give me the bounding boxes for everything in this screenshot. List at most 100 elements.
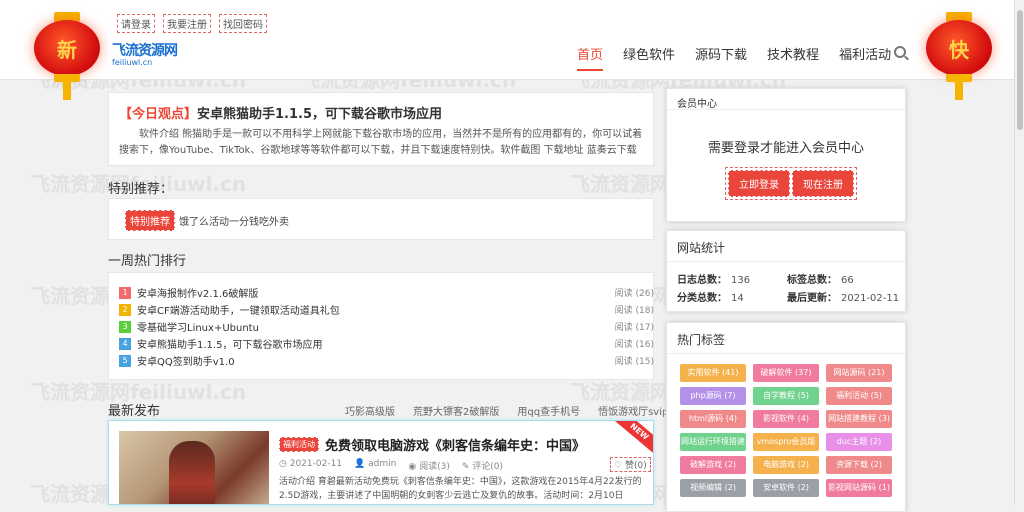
search-icon[interactable]: [894, 46, 906, 58]
rank-views: 阅读 (17): [614, 323, 654, 333]
tag-item[interactable]: duc主题 (2): [826, 433, 892, 451]
tag-item[interactable]: 影视网站源码 (1): [826, 479, 892, 497]
tag-item[interactable]: 网站源码 (21): [826, 364, 892, 382]
latest-heading: 最新发布: [108, 404, 161, 419]
today-title[interactable]: 【今日观点】安卓熊猫助手1.1.5，可下载谷歌市场应用: [119, 103, 442, 122]
rank-title: 安卓QQ签到助手v1.0: [137, 357, 235, 368]
rank-views: 阅读 (16): [614, 340, 654, 350]
site-logo[interactable]: 飞流资源网 feiliuwl.cn: [112, 40, 197, 67]
post-thumbnail[interactable]: [119, 431, 269, 504]
forgot-password-link[interactable]: 找回密码: [219, 14, 267, 33]
tag-item[interactable]: 实用软件 (41): [680, 364, 746, 382]
recommend-link[interactable]: 饿了么活动一分钱吃外卖: [179, 213, 289, 228]
rank-number: 3: [119, 320, 131, 333]
eye-icon: ◉: [408, 462, 417, 472]
weekly-heading: 一周热门排行: [108, 254, 187, 269]
main-nav: 首页 绿色软件 源码下载 技术教程 福利活动: [577, 44, 891, 71]
scrollbar[interactable]: [1014, 0, 1024, 505]
list-item[interactable]: 4 安卓熊猫助手1.1.5，可下载谷歌市场应用 阅读 (16): [119, 335, 654, 352]
list-item[interactable]: 1 安卓海报制作v2.1.6破解版 阅读 (26): [119, 284, 654, 301]
post-title[interactable]: 免费领取电脑游戏《刺客信条编年史：中国》: [325, 435, 585, 454]
rank-title: 安卓CF端游活动助手，一键领取活动道具礼包: [137, 306, 340, 317]
tags-title: 热门标签: [677, 333, 726, 347]
lantern-right-char: 快: [949, 38, 969, 62]
today-tag: 【今日观点】: [119, 107, 198, 122]
rank-number: 1: [119, 286, 131, 299]
list-item[interactable]: 5 安卓QQ签到助手v1.0 阅读 (15): [119, 352, 654, 369]
scrollbar-thumb[interactable]: [1017, 10, 1023, 130]
nav-tech-tutorials[interactable]: 技术教程: [767, 44, 819, 71]
rank-views: 阅读 (26): [614, 289, 654, 299]
member-prompt: 需要登录才能进入会员中心: [707, 141, 864, 156]
rank-views: 阅读 (15): [614, 357, 654, 367]
list-item[interactable]: 2 安卓CF端游活动助手，一键领取活动道具礼包 阅读 (18): [119, 301, 654, 318]
post-reads: ◉ 阅读(3): [408, 462, 450, 472]
stat-last-update: 最后更新： 2021-02-11: [787, 293, 900, 304]
clock-icon: ◷: [279, 459, 287, 469]
like-icon: ♡: [614, 461, 623, 471]
stat-tags: 标签总数： 66: [787, 275, 854, 286]
tag-item[interactable]: 网站运行环境搭建: [680, 433, 746, 451]
post-date: ◷ 2021-02-11: [279, 459, 343, 469]
like-button[interactable]: ♡ 赞(0): [610, 457, 651, 472]
stats-card: 网站统计 日志总数： 136 标签总数： 66 分类总数： 14 最后更新： 2021-…: [666, 230, 906, 312]
latest-quick-links: 巧影高级版 荒野大镖客2破解版 用qq查手机号 悟饭游戏厅svip版: [345, 403, 678, 418]
new-ribbon: NEW: [611, 421, 653, 457]
tag-item[interactable]: 电脑游戏 (2): [753, 456, 819, 474]
register-button[interactable]: 现在注册: [792, 170, 854, 197]
rank-views: 阅读 (18): [614, 306, 654, 316]
member-card: 会员中心 需要登录才能进入会员中心 立即登录 现在注册: [666, 88, 906, 222]
login-button[interactable]: 立即登录: [728, 170, 790, 197]
nav-welfare[interactable]: 福利活动: [839, 44, 891, 71]
register-link[interactable]: 我要注册: [163, 14, 211, 33]
tag-item[interactable]: 影视软件 (4): [753, 410, 819, 428]
comment-icon: ✎: [461, 462, 470, 472]
list-item[interactable]: 3 零基础学习Linux+Ubuntu 阅读 (17): [119, 318, 654, 335]
rank-number: 5: [119, 354, 131, 367]
tag-item[interactable]: html源码 (4): [680, 410, 746, 428]
tag-item[interactable]: vmospro会员版: [753, 433, 819, 451]
post-comments: ✎ 评论(0): [461, 462, 503, 472]
lantern-right-icon: 快: [918, 6, 998, 100]
rank-number: 4: [119, 337, 131, 350]
latest-link[interactable]: 用qq查手机号: [517, 403, 580, 418]
today-description: 软件介绍 熊猫助手是一款可以不用科学上网就能下载谷歌市场的应用，当然并不是所有的…: [119, 129, 643, 156]
post-author: 👤 admin: [354, 459, 397, 469]
latest-link[interactable]: 荒野大镖客2破解版: [413, 403, 499, 418]
account-links: 请登录 我要注册 找回密码: [117, 14, 267, 33]
recommend-badge: 特别推荐: [125, 210, 175, 231]
rank-title: 安卓海报制作v2.1.6破解版: [137, 289, 259, 300]
user-icon: 👤: [354, 459, 366, 469]
logo-text: 飞流资源网: [112, 43, 178, 59]
tag-item[interactable]: 资源下载 (2): [826, 456, 892, 474]
nav-green-software[interactable]: 绿色软件: [623, 44, 675, 71]
tag-item[interactable]: 安卓软件 (2): [753, 479, 819, 497]
rank-title: 安卓熊猫助手1.1.5，可下载谷歌市场应用: [137, 340, 323, 351]
rank-title: 零基础学习Linux+Ubuntu: [137, 323, 259, 334]
nav-home[interactable]: 首页: [577, 44, 604, 71]
tag-item[interactable]: 福利活动 (5): [826, 387, 892, 405]
tag-item[interactable]: 视频编辑 (2): [680, 479, 746, 497]
tag-item[interactable]: 破解软件 (37): [753, 364, 819, 382]
latest-post-card[interactable]: NEW 福利活动 免费领取电脑游戏《刺客信条编年史：中国》 ◷ 2021-02-…: [108, 420, 654, 505]
logo-domain: feiliuwl.cn: [112, 58, 153, 67]
tag-item[interactable]: 自学教程 (5): [753, 387, 819, 405]
tag-item[interactable]: 网站搭建教程 (3): [826, 410, 892, 428]
nav-source-download[interactable]: 源码下载: [695, 44, 747, 71]
recommend-card: 特别推荐 饿了么活动一分钱吃外卖: [108, 198, 654, 240]
stat-categories: 分类总数： 14: [677, 293, 744, 304]
post-excerpt: 活动介绍 育碧最新活动免费玩《刺客信条编年史：中国》，这款游戏在2015年4月2…: [279, 477, 642, 501]
post-category-badge[interactable]: 福利活动: [279, 437, 319, 452]
today-headline: 安卓熊猫助手1.1.5，可下载谷歌市场应用: [197, 107, 443, 122]
recommend-heading: 特别推荐：: [108, 182, 174, 197]
tag-item[interactable]: php源码 (7): [680, 387, 746, 405]
today-card: 【今日观点】安卓熊猫助手1.1.5，可下载谷歌市场应用 软件介绍 熊猫助手是一款…: [108, 92, 654, 166]
site-header: 请登录 我要注册 找回密码 飞流资源网 feiliuwl.cn 首页 绿色软件 …: [0, 0, 1024, 80]
member-title: 会员中心: [677, 99, 717, 110]
login-link[interactable]: 请登录: [117, 14, 155, 33]
latest-link[interactable]: 巧影高级版: [345, 403, 395, 418]
tag-item[interactable]: 破解游戏 (2): [680, 456, 746, 474]
stat-posts: 日志总数： 136: [677, 275, 751, 286]
rank-number: 2: [119, 303, 131, 316]
lantern-left-char: 新: [57, 38, 77, 62]
